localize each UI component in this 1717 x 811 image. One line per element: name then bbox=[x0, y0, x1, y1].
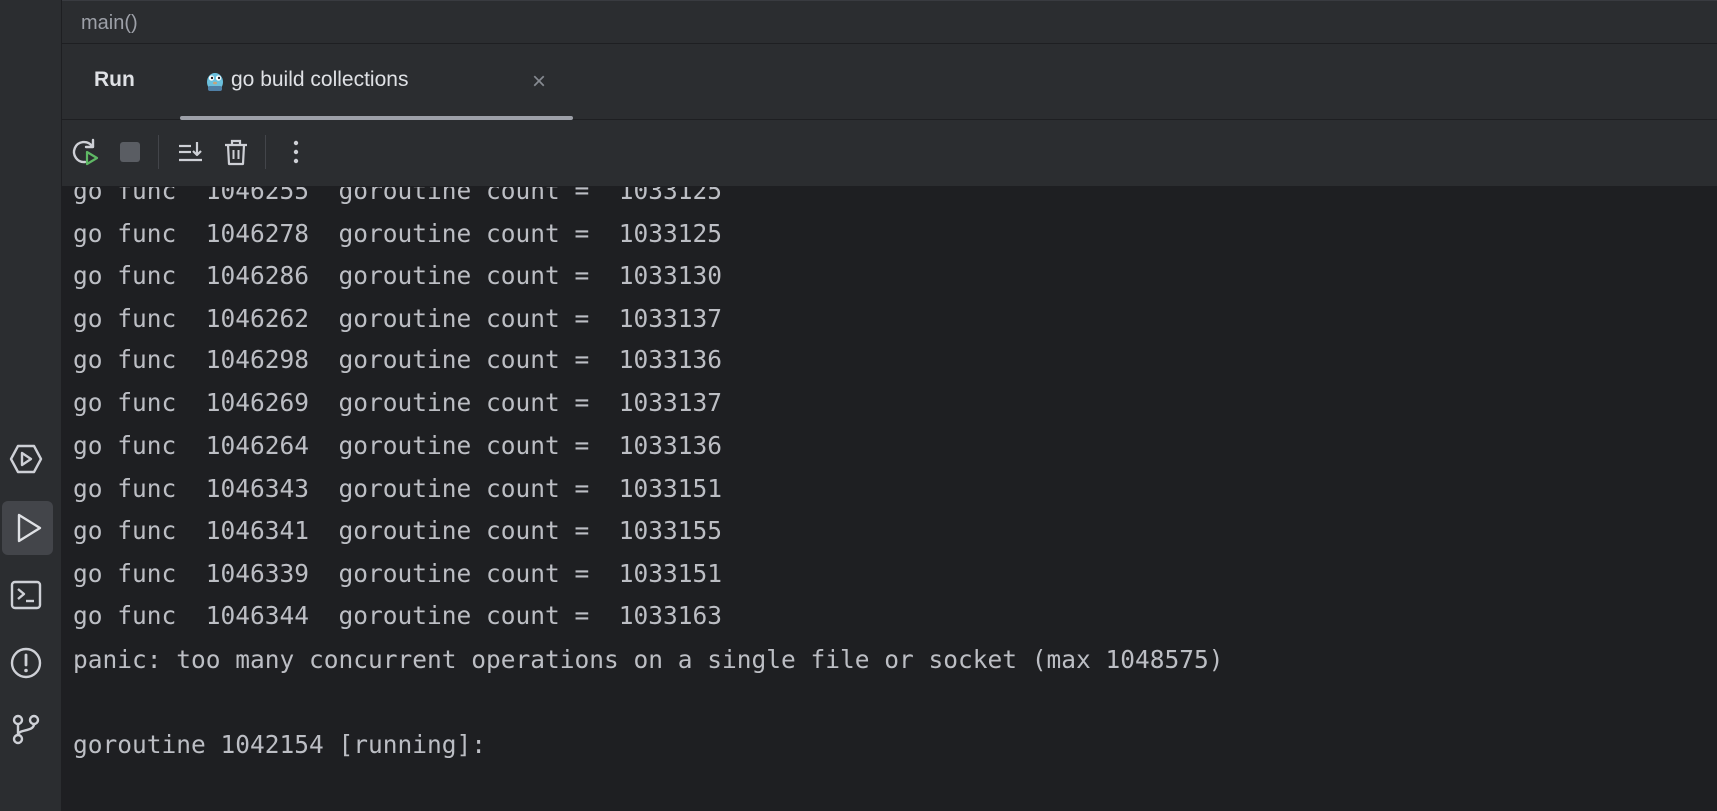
tab-label: go build collections bbox=[231, 68, 409, 91]
git-icon[interactable] bbox=[0, 702, 52, 756]
more-options-icon[interactable] bbox=[278, 134, 314, 170]
problems-icon[interactable] bbox=[0, 636, 52, 690]
stop-icon[interactable] bbox=[112, 134, 148, 170]
clear-all-icon[interactable] bbox=[218, 134, 254, 170]
console-line: go func 1046298 goroutine count = 103313… bbox=[73, 345, 723, 374]
console-line: go func 1046339 goroutine count = 103315… bbox=[73, 559, 723, 588]
tab-go-build-collections[interactable]: go build collections × bbox=[180, 44, 573, 120]
console-line: go func 1046262 goroutine count = 103313… bbox=[73, 304, 723, 333]
ide-window: main() Run go build collections × go fun… bbox=[0, 0, 1717, 811]
console-line: go func 1046286 goroutine count = 103313… bbox=[73, 261, 723, 290]
console-line: go func 1046264 goroutine count = 103313… bbox=[73, 431, 723, 460]
tool-window-strip bbox=[0, 0, 62, 811]
console-line: go func 1046255 goroutine count = 103312… bbox=[73, 187, 723, 205]
console-line: goroutine 1042154 [running]: bbox=[73, 730, 487, 759]
toolbar-separator bbox=[158, 135, 159, 169]
scroll-to-end-icon[interactable] bbox=[172, 134, 208, 170]
close-icon[interactable]: × bbox=[532, 70, 546, 94]
console-line: go func 1046269 goroutine count = 103313… bbox=[73, 388, 723, 417]
console-line: go func 1046341 goroutine count = 103315… bbox=[73, 516, 723, 545]
run-icon[interactable] bbox=[2, 501, 53, 555]
console-line: go func 1046344 goroutine count = 103316… bbox=[73, 601, 723, 630]
services-icon[interactable] bbox=[0, 432, 52, 486]
tool-window-title: Run bbox=[94, 68, 135, 91]
rerun-icon[interactable] bbox=[67, 134, 103, 170]
breadcrumb: main() bbox=[62, 0, 1717, 44]
console-line: go func 1046278 goroutine count = 103312… bbox=[73, 219, 723, 248]
breadcrumb-main[interactable]: main() bbox=[81, 12, 138, 35]
console-output[interactable]: go func 1046255 goroutine count = 103312… bbox=[62, 187, 1717, 811]
gopher-icon bbox=[205, 70, 225, 97]
run-toolbar bbox=[62, 120, 1717, 187]
terminal-icon[interactable] bbox=[0, 568, 52, 622]
console-line: go func 1046343 goroutine count = 103315… bbox=[73, 474, 723, 503]
toolbar-separator bbox=[265, 135, 266, 169]
run-tab-bar: Run go build collections × bbox=[62, 44, 1717, 120]
panic-message: panic: too many concurrent operations on… bbox=[73, 645, 1224, 674]
